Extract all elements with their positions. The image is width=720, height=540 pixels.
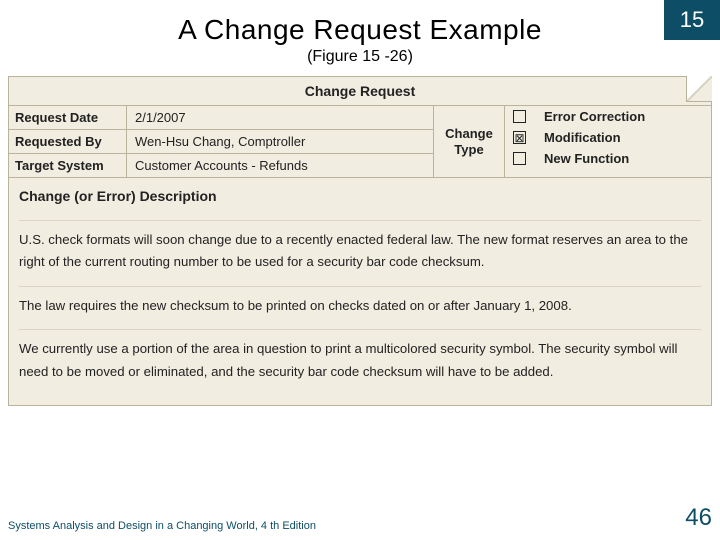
description-heading: Change (or Error) Description — [9, 178, 711, 220]
value-target-system: Customer Accounts - Refunds — [127, 154, 433, 177]
figure-meta-left: Request Date 2/1/2007 Requested By Wen-H… — [9, 106, 433, 177]
footer: Systems Analysis and Design in a Changin… — [8, 504, 712, 532]
slide: 15 A Change Request Example (Figure 15 -… — [0, 0, 720, 540]
description-paragraph: The law requires the new checksum to be … — [19, 286, 701, 329]
option-label: Error Correction — [544, 109, 645, 124]
change-type-heading: Change Type — [433, 106, 505, 177]
kv-request-date: Request Date 2/1/2007 — [9, 106, 433, 130]
kv-target-system: Target System Customer Accounts - Refund… — [9, 154, 433, 177]
figure-heading: Change Request — [9, 77, 711, 106]
change-request-figure: Change Request Request Date 2/1/2007 Req… — [8, 76, 712, 406]
checkbox-icon: ⊠ — [513, 131, 526, 144]
option-new-function: New Function — [505, 148, 711, 169]
value-requested-by: Wen-Hsu Chang, Comptroller — [127, 130, 433, 153]
page-title: A Change Request Example — [0, 0, 720, 46]
option-label: Modification — [544, 130, 621, 145]
checkbox-icon — [513, 110, 526, 123]
checkbox-icon — [513, 152, 526, 165]
description-paragraph: U.S. check formats will soon change due … — [19, 220, 701, 286]
footer-source: Systems Analysis and Design in a Changin… — [8, 520, 316, 532]
footer-page-number: 46 — [685, 504, 712, 532]
change-type-options: Error Correction ⊠ Modification New Func… — [505, 106, 711, 177]
label-target-system: Target System — [9, 154, 127, 177]
chapter-number: 15 — [680, 7, 704, 32]
figure-meta-row: Request Date 2/1/2007 Requested By Wen-H… — [9, 106, 711, 178]
option-error-correction: Error Correction — [505, 106, 711, 127]
option-modification: ⊠ Modification — [505, 127, 711, 148]
description-body: U.S. check formats will soon change due … — [9, 220, 711, 405]
page-fold-decoration — [686, 76, 712, 102]
kv-requested-by: Requested By Wen-Hsu Chang, Comptroller — [9, 130, 433, 154]
page-subtitle: (Figure 15 -26) — [0, 46, 720, 76]
label-request-date: Request Date — [9, 106, 127, 129]
label-requested-by: Requested By — [9, 130, 127, 153]
chapter-badge: 15 — [664, 0, 720, 40]
description-paragraph: We currently use a portion of the area i… — [19, 329, 701, 395]
value-request-date: 2/1/2007 — [127, 106, 433, 129]
option-label: New Function — [544, 151, 629, 166]
